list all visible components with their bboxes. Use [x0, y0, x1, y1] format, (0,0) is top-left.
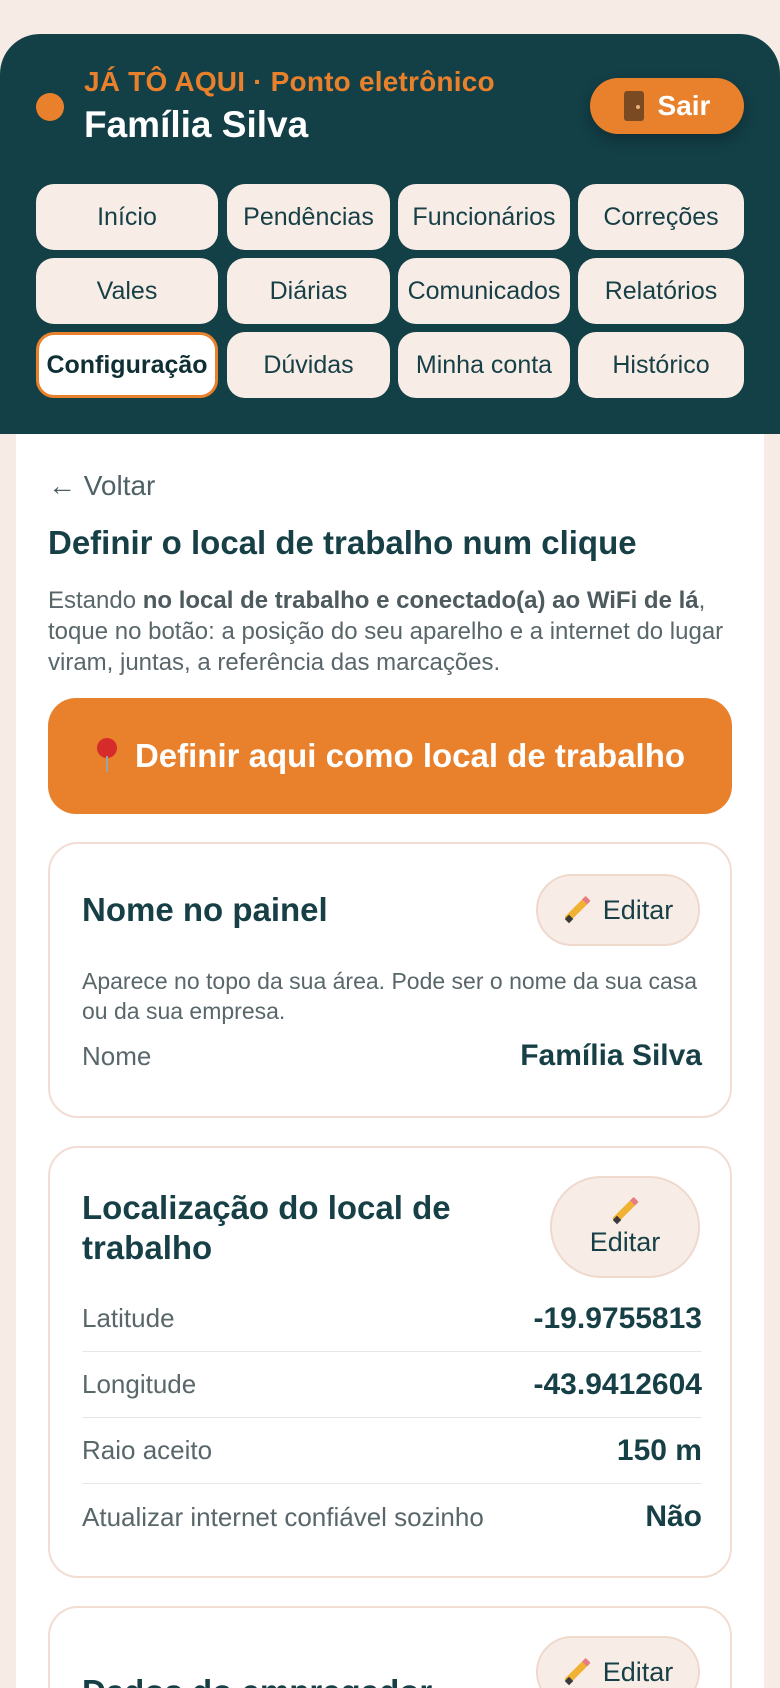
longitude-value: -43.9412604 — [533, 1367, 703, 1401]
edit-employer-button[interactable]: Editar — [536, 1636, 700, 1688]
back-link[interactable]: ← Voltar — [48, 470, 155, 502]
edit-employer-label: Editar — [602, 1656, 674, 1687]
name-card: Nome no painel Editar Aparece no topo da… — [48, 842, 732, 1118]
nav-item-inicio[interactable]: Início — [36, 184, 218, 250]
radius-label: Raio aceito — [82, 1435, 213, 1465]
edit-name-button[interactable]: Editar — [536, 874, 700, 946]
nav-item-historico[interactable]: Histórico — [578, 332, 744, 398]
app-name: JÁ TÔ AQUI · Ponto eletrônico — [84, 66, 495, 97]
nav-item-relatorios[interactable]: Relatórios — [578, 258, 744, 324]
pencil-icon — [563, 896, 591, 924]
nav-item-funcionarios[interactable]: Funcionários — [398, 184, 570, 250]
household-name: Família Silva — [84, 104, 309, 145]
page-title: Definir o local de trabalho num clique — [48, 524, 637, 561]
longitude-label: Longitude — [82, 1369, 197, 1399]
nav-item-duvidas[interactable]: Dúvidas — [227, 332, 390, 398]
auto-update-value: Não — [645, 1500, 702, 1533]
name-row-label: Nome — [82, 1040, 152, 1071]
location-row-auto-update: Atualizar internet confiável sozinho Não — [82, 1484, 702, 1550]
nav-item-diarias[interactable]: Diárias — [227, 258, 390, 324]
nav-item-correcoes[interactable]: Correções — [578, 184, 744, 250]
latitude-value: -19.9755813 — [533, 1301, 703, 1335]
employer-card-title: Dados do empregador — [82, 1672, 432, 1688]
edit-name-label: Editar — [602, 894, 674, 925]
pencil-icon — [611, 1197, 639, 1225]
status-dot — [36, 93, 64, 121]
set-workplace-button[interactable]: Definir aqui como local de trabalho — [48, 698, 732, 814]
door-icon — [623, 91, 644, 121]
edit-location-label: Editar — [589, 1226, 661, 1257]
intro-text: Estando no local de trabalho e conectado… — [48, 585, 738, 678]
location-card: Localização do local de trabalho Editar … — [48, 1146, 732, 1578]
nav-item-vales[interactable]: Vales — [36, 258, 218, 324]
nav-item-pendencias[interactable]: Pendências — [227, 184, 390, 250]
location-row-latitude: Latitude -19.9755813 — [82, 1286, 702, 1352]
name-card-title: Nome no painel — [82, 891, 328, 928]
location-card-title: Localização do local de trabalho — [82, 1189, 451, 1266]
name-card-description: Aparece no topo da sua área. Pode ser o … — [82, 968, 698, 1024]
latitude-label: Latitude — [82, 1303, 175, 1333]
set-workplace-label: Definir aqui como local de trabalho — [134, 737, 686, 774]
pin-icon — [95, 738, 119, 774]
logout-button[interactable]: Sair — [590, 78, 744, 134]
nav-item-minha-conta[interactable]: Minha conta — [398, 332, 570, 398]
intro-bold: no local de trabalho e conectado(a) ao W… — [142, 587, 699, 614]
name-row: Nome Família Silva — [82, 1023, 702, 1089]
employer-card: Dados do empregador Editar — [48, 1606, 732, 1688]
nav-item-configuracao[interactable]: Configuração — [36, 332, 218, 398]
nav-item-comunicados[interactable]: Comunicados — [398, 258, 570, 324]
edit-location-button[interactable]: Editar — [550, 1176, 700, 1278]
location-row-radius: Raio aceito 150 m — [82, 1418, 702, 1484]
radius-value: 150 m — [616, 1433, 702, 1467]
logout-label: Sair — [657, 90, 711, 121]
location-row-longitude: Longitude -43.9412604 — [82, 1352, 702, 1418]
auto-update-label: Atualizar internet confiável sozinho — [82, 1501, 484, 1532]
name-row-value: Família Silva — [520, 1039, 702, 1072]
pencil-icon — [563, 1658, 591, 1686]
intro-prefix: Estando — [48, 587, 143, 614]
